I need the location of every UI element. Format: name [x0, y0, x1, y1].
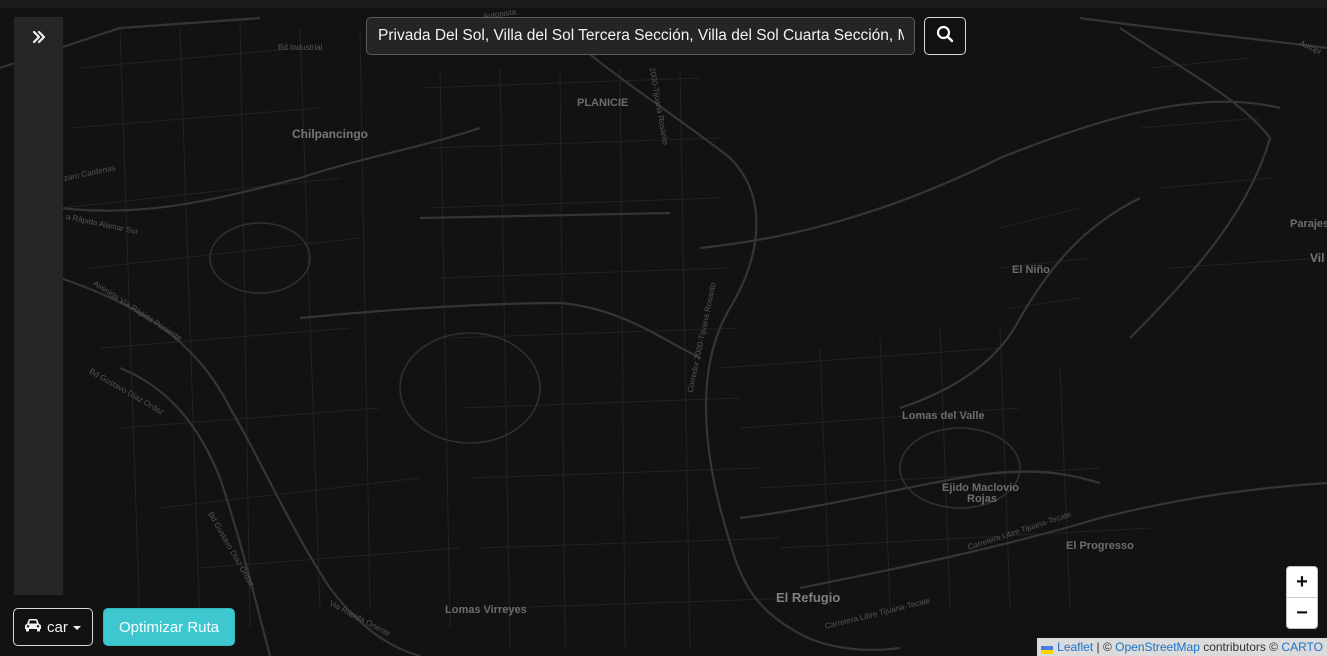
sidebar — [14, 17, 63, 595]
search-bar — [366, 17, 966, 55]
minor-road-grid — [59, 17, 1321, 649]
map-label-planicie: PLANICIE — [577, 97, 629, 109]
road-label-bd-industrial: Bd Industrial — [278, 43, 323, 52]
map-label-vil: Vil — [1310, 251, 1325, 265]
app-root: PLANICIE Chilpancingo El Niño Lomas del … — [0, 0, 1327, 656]
attribution-contributors: contributors © — [1199, 640, 1282, 654]
search-input[interactable] — [366, 17, 915, 55]
openstreetmap-link[interactable]: OpenStreetMap — [1115, 640, 1200, 654]
zoom-out-button[interactable]: − — [1287, 598, 1317, 628]
vehicle-dropdown[interactable]: car — [13, 608, 93, 646]
top-bar — [0, 0, 1327, 8]
map-roads — [0, 16, 1327, 656]
map-label-lomas-del-valle: Lomas del Valle — [902, 410, 985, 422]
sidebar-toggle-button[interactable] — [14, 17, 63, 61]
double-chevron-right-icon — [31, 29, 47, 50]
rings — [209, 222, 1021, 509]
map-label-el-nino: El Niño — [1012, 264, 1050, 276]
carto-link[interactable]: CARTO — [1281, 640, 1323, 654]
ukraine-flag-icon — [1041, 643, 1054, 654]
caret-down-icon — [72, 618, 81, 636]
car-icon — [24, 618, 42, 637]
optimize-route-button[interactable]: Optimizar Ruta — [103, 608, 235, 646]
search-icon — [936, 25, 954, 48]
map-label-rojas: Rojas — [967, 493, 997, 505]
map-label-chilpancingo: Chilpancingo — [292, 127, 368, 141]
zoom-in-button[interactable]: + — [1287, 567, 1317, 598]
map-label-parajes: Parajes — [1290, 218, 1327, 230]
map-label-el-refugio: El Refugio — [776, 590, 841, 605]
leaflet-link[interactable]: Leaflet — [1057, 640, 1093, 654]
attribution-separator: | © — [1093, 640, 1116, 654]
map-canvas[interactable]: PLANICIE Chilpancingo El Niño Lomas del … — [0, 8, 1327, 656]
map-label-el-progresso: El Progresso — [1066, 540, 1134, 552]
map-label-lomas-virreyes: Lomas Virreyes — [445, 604, 527, 616]
search-button[interactable] — [924, 17, 966, 55]
zoom-control: + − — [1286, 566, 1318, 629]
vehicle-label: car — [47, 618, 68, 636]
map-attribution: Leaflet | © OpenStreetMap contributors ©… — [1037, 638, 1327, 656]
